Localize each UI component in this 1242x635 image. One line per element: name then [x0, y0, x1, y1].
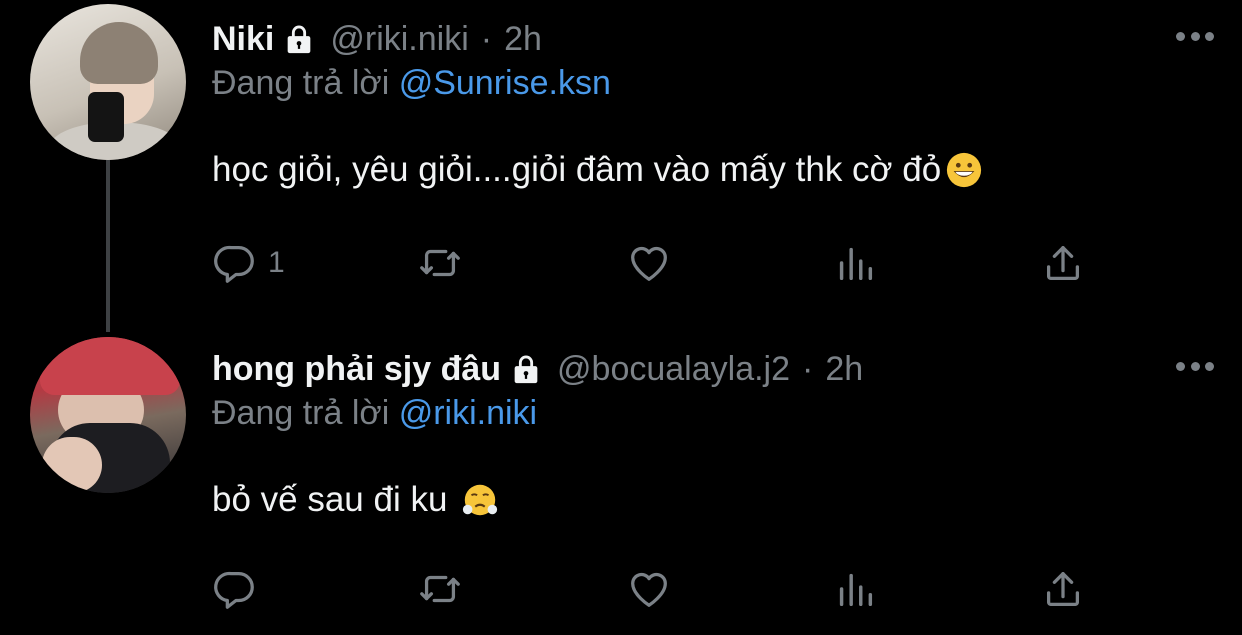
share-button[interactable] — [1040, 566, 1086, 612]
reply-button[interactable] — [212, 566, 268, 612]
separator: · — [480, 19, 493, 58]
tweet-actions — [212, 560, 1092, 620]
replying-to-label: Đang trả lời — [212, 394, 399, 432]
timestamp[interactable]: 2h — [825, 350, 863, 389]
tweet-actions: 1 — [212, 234, 1092, 294]
views-button[interactable] — [832, 566, 878, 612]
handle[interactable]: @riki.niki — [330, 20, 468, 59]
tweet-text-content: học giỏi, yêu giỏi....giỏi đâm vào mấy t… — [212, 150, 942, 189]
lock-icon — [509, 352, 543, 386]
tweet-text: học giỏi, yêu giỏi....giỏi đâm vào mấy t… — [212, 150, 983, 190]
tweet-text: bỏ vế sau đi ku — [212, 480, 499, 520]
mention-link[interactable]: @Sunrise.ksn — [399, 64, 611, 102]
views-icon — [839, 247, 873, 281]
grinning-face-icon — [945, 151, 983, 189]
tweet-header: hong phải sjy đâu @bocualayla.j2 · 2h — [212, 346, 863, 392]
reply-icon — [214, 571, 254, 609]
more-icon[interactable] — [1176, 356, 1214, 376]
reply-count: 1 — [268, 246, 285, 279]
tweet-header: Niki @riki.niki · 2h — [212, 16, 542, 62]
avatar[interactable] — [30, 4, 186, 160]
avatar[interactable] — [30, 337, 186, 493]
retweet-icon — [420, 249, 460, 277]
views-button[interactable] — [832, 240, 878, 286]
replying-to: Đang trả lời @Sunrise.ksn — [212, 64, 611, 103]
lock-icon — [282, 22, 316, 56]
more-icon[interactable] — [1176, 26, 1214, 46]
tweet[interactable]: Niki @riki.niki · 2h Đang trả lời @Sunri… — [0, 0, 1242, 330]
timestamp[interactable]: 2h — [504, 20, 542, 59]
replying-to: Đang trả lời @riki.niki — [212, 394, 537, 433]
reply-icon — [214, 245, 254, 283]
tweet[interactable]: hong phải sjy đâu @bocualayla.j2 · 2h Đa… — [0, 330, 1242, 635]
share-button[interactable] — [1040, 240, 1086, 286]
share-icon — [1046, 246, 1080, 280]
like-icon — [631, 572, 667, 607]
retweet-button[interactable] — [417, 566, 463, 612]
replying-to-label: Đang trả lời — [212, 64, 399, 102]
share-icon — [1046, 572, 1080, 606]
retweet-button[interactable] — [417, 240, 463, 286]
like-icon — [631, 246, 667, 281]
tweet-text-content: bỏ vế sau đi ku — [212, 480, 458, 519]
display-name[interactable]: Niki — [212, 20, 274, 59]
display-name[interactable]: hong phải sjy đâu — [212, 350, 501, 389]
handle[interactable]: @bocualayla.j2 — [557, 350, 790, 389]
like-button[interactable] — [626, 240, 672, 286]
reply-button[interactable]: 1 — [212, 240, 285, 286]
mention-link[interactable]: @riki.niki — [399, 394, 537, 432]
retweet-icon — [420, 575, 460, 603]
face-with-steam-from-nose-icon — [461, 481, 499, 519]
like-button[interactable] — [626, 566, 672, 612]
separator: · — [802, 349, 814, 388]
views-icon — [839, 573, 873, 607]
